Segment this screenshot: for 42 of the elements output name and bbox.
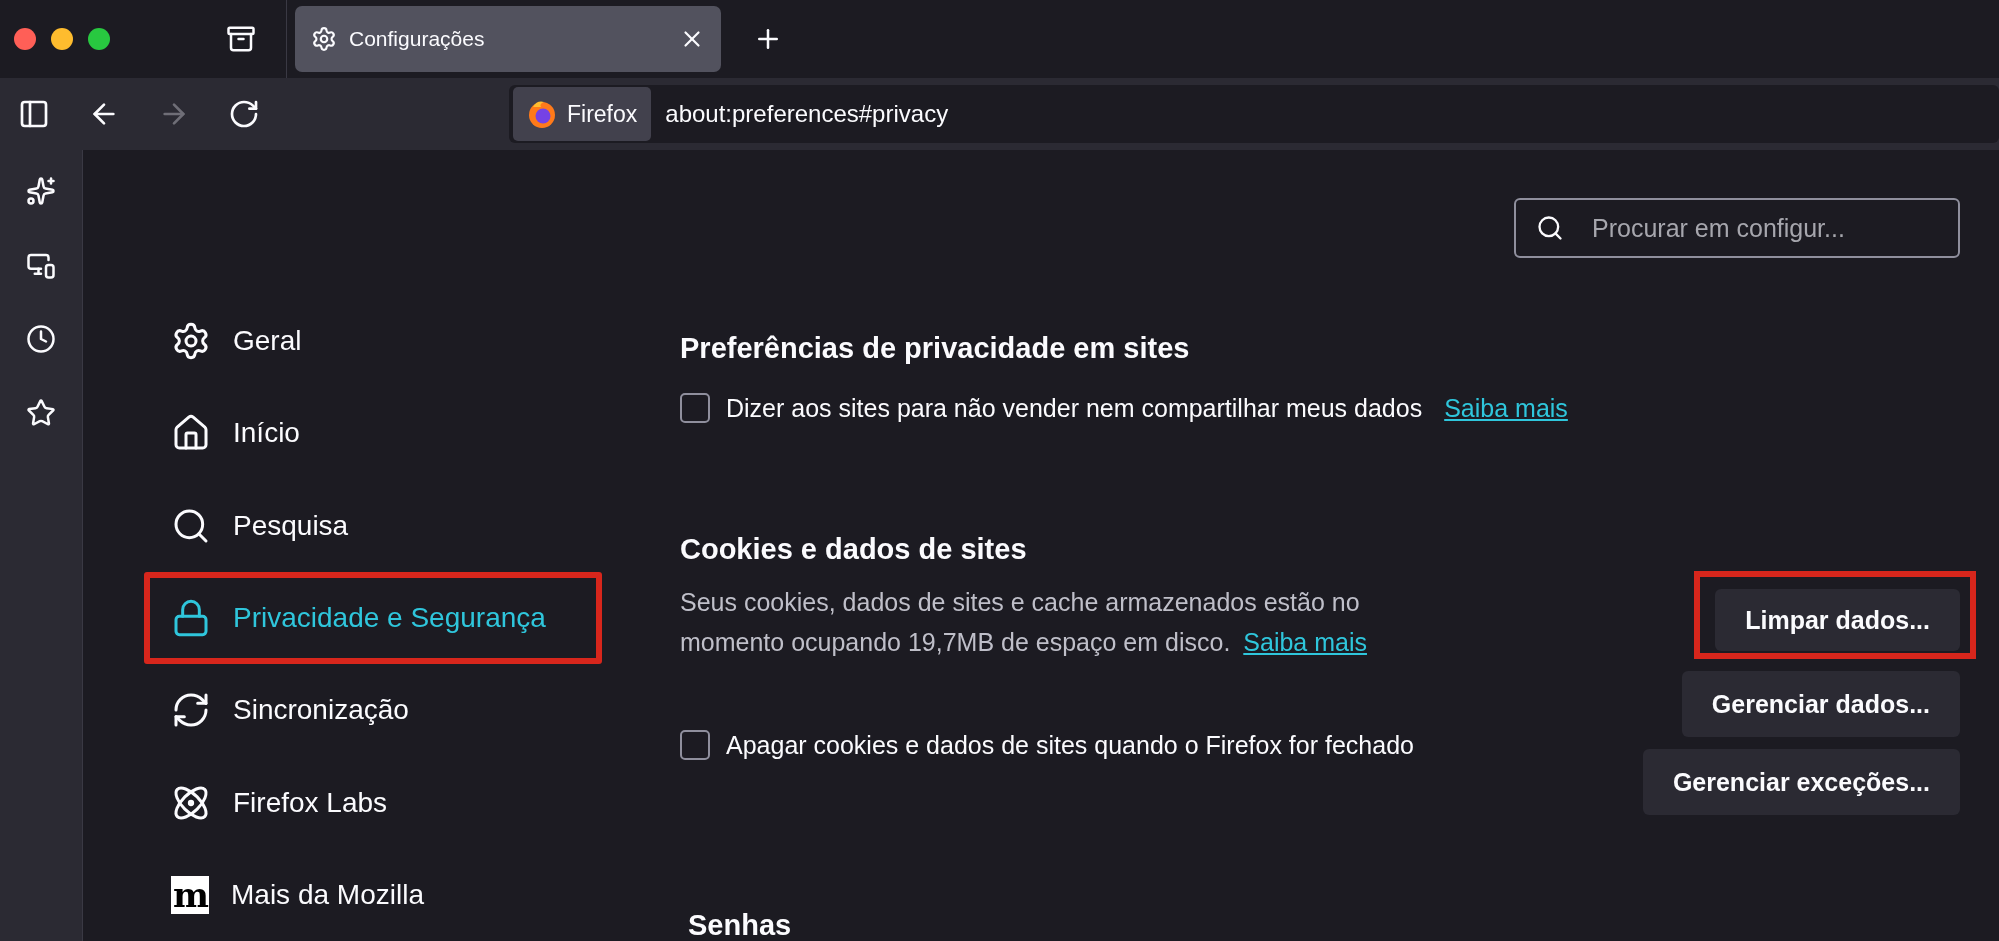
checkbox[interactable] [680,730,710,760]
category-label: Mais da Mozilla [231,878,424,911]
category-item[interactable]: Privacidade e Segurança [144,571,602,665]
identity-chip[interactable]: Firefox [513,87,652,141]
description-text: Seus cookies, dados de sites e cache armazenados estão no momento ocupando 19,7MB de espaço em disco. Saiba mais [680,587,1368,658]
category-item[interactable]: Firefox Labs [144,756,602,849]
gear-icon [311,26,337,52]
window-control[interactable] [14,28,36,50]
category-label: Sincronização [233,694,409,727]
category-item[interactable]: Sincronização [144,664,602,757]
search-field[interactable]: Procurar em configur... [1514,198,1960,258]
browser-tab[interactable]: Configurações [295,6,721,72]
category-label: Início [233,417,300,450]
action-button[interactable]: Limpar dados... [1715,589,1960,651]
category-item[interactable]: m Mais da Mozilla [144,848,602,941]
window-control[interactable] [51,28,73,50]
section-heading: Cookies e dados de sites [680,533,1028,566]
section-heading: Senhas [688,909,793,941]
category-item[interactable]: Geral [144,295,602,388]
category-label: Pesquisa [233,509,349,542]
category-label: Firefox Labs [233,786,388,819]
learn-more-link[interactable]: Saiba mais [1444,393,1568,423]
option-label: Apagar cookies e dados de sites quando o Firefox for fechado [726,730,1414,760]
checkbox[interactable] [680,393,710,423]
section-heading: Preferências de privacidade em sites [680,332,1191,365]
category-label: Privacidade e Segurança [233,602,546,634]
flame-globe-icon [527,99,557,129]
address-bar[interactable]: Firefox about:preferences#privacy [509,85,1999,143]
logo-icon: m [171,875,209,914]
identity-label: Firefox [567,100,638,128]
settings-icon [171,321,211,362]
window-control[interactable] [88,28,110,50]
category-label: Geral [233,325,302,358]
learn-more-link[interactable]: Saiba mais [1243,628,1367,656]
action-button[interactable]: Gerenciar dados... [1681,671,1960,737]
category-item[interactable]: Início [144,387,602,480]
url-text: about:preferences#privacy [665,100,949,128]
action-button[interactable]: Gerenciar exceções... [1642,749,1960,815]
search-icon [1536,214,1564,242]
tab-title: Configurações [349,27,486,51]
option-label: Dizer aos sites para não vender nem compartilhar meus dados [726,393,1423,423]
category-item[interactable]: Pesquisa [144,479,602,572]
